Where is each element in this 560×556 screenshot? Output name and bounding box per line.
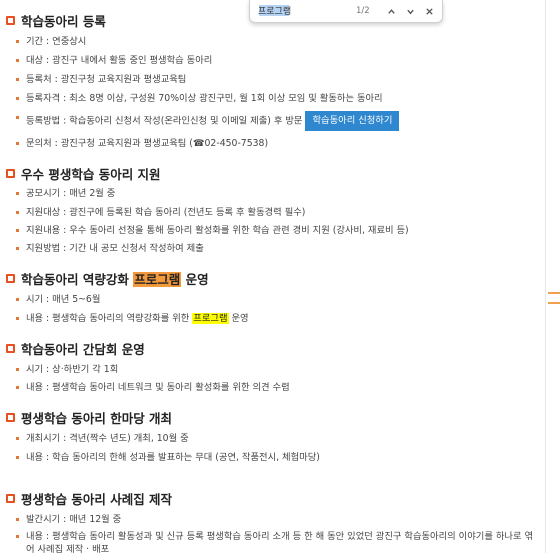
search-highlight: 프로그램 [192,313,229,324]
square-bullet-icon [6,274,15,283]
list-item: 등록자격 : 최소 8명 이상, 구성원 70%이상 광진구민, 월 1회 이상… [16,93,383,104]
list-item: 개최시기 : 격년(짝수 년도) 개최, 10월 중 [16,433,189,444]
list-item: 내용 : 평생학습 동아리 활동성과 및 신규 등록 평생학습 동아리 소개 등… [16,530,536,556]
list-item: 지원대상 : 광진구에 등록된 학습 동아리 (전년도 등록 후 활동경력 필수… [15,207,306,218]
section-title: 우수 평생학습 동아리 지원 [6,164,161,183]
find-bar: 1/2 [249,0,443,23]
list-item: 기간 : 연중상시 [15,36,87,47]
list-item: 지원내용 : 우수 동아리 선정을 통해 동아리 활성화를 위한 학습 관련 경… [16,225,409,236]
section-title: 평생학습 동아리 사례집 제작 [6,489,172,508]
apply-club-button[interactable]: 학습동아리 신청하기 [305,111,400,131]
vertical-scrollbar[interactable] [545,0,560,553]
scrollbar-match-marker [548,292,560,294]
chevron-down-icon [406,9,414,14]
list-item: 등록처 : 광진구청 교육지원과 평생교육팀 [15,74,187,85]
section-title: 학습동아리 간담회 운영 [6,339,145,358]
list-item: 문의처 : 광진구청 교육지원과 평생교육팀 (☎02-450-7538) [15,138,269,149]
search-highlight-current: 프로그램 [133,272,182,287]
section-title-text: 학습동아리 역량강화 프로그램 운영 [21,272,209,287]
list-item: 지원방법 : 기간 내 공모 신청서 작성하여 제출 [16,243,204,254]
find-match-count: 1/2 [356,6,370,16]
list-item: 시기 : 매년 5~6월 [15,294,101,305]
list-item: 등록방법 : 학습동아리 신청서 작성(온라인신청 및 이메일 제출) 후 방문… [15,111,400,131]
chevron-up-icon [387,8,395,14]
section-title-text: 평생학습 동아리 사례집 제작 [21,492,173,507]
list-item: 발간시기 : 매년 12월 중 [15,514,122,525]
list-item: 공모시기 : 매년 2월 중 [15,188,116,199]
find-previous-button[interactable] [384,4,398,18]
square-bullet-icon [6,494,15,503]
list-item: 내용 : 평생학습 동아리의 역량강화를 위한 프로그램 운영 [16,313,249,324]
find-next-button[interactable] [403,4,417,18]
square-bullet-icon [6,413,15,422]
square-bullet-icon [6,169,15,178]
find-input[interactable] [258,4,348,17]
find-close-button[interactable] [422,4,436,18]
section-title: 학습동아리 등록 [6,11,106,30]
section-title-text: 학습동아리 간담회 운영 [21,342,145,357]
list-item: 내용 : 학습 동아리의 한해 성과를 발표하는 무대 (공연, 작품전시, 체… [16,452,320,463]
list-item: 대상 : 광진구 내에서 활동 중인 평생학습 동아리 [15,55,213,66]
list-item: 시기 : 상·하반기 각 1회 [15,364,119,375]
section-title-text: 우수 평생학습 동아리 지원 [21,167,161,182]
square-bullet-icon [6,16,15,25]
scrollbar-match-marker [548,302,560,304]
square-bullet-icon [6,344,15,353]
section-title: 학습동아리 역량강화 프로그램 운영 [6,269,209,288]
section-title: 평생학습 동아리 한마당 개최 [6,408,172,427]
list-item-text: 등록방법 : 학습동아리 신청서 작성(온라인신청 및 이메일 제출) 후 방문 [26,115,303,127]
section-title-text: 평생학습 동아리 한마당 개최 [21,411,173,426]
close-icon [425,7,433,15]
section-title-text: 학습동아리 등록 [21,14,106,29]
list-item: 내용 : 평생학습 동아리 네트워크 및 동아리 활성화를 위한 의견 수렴 [16,382,290,393]
